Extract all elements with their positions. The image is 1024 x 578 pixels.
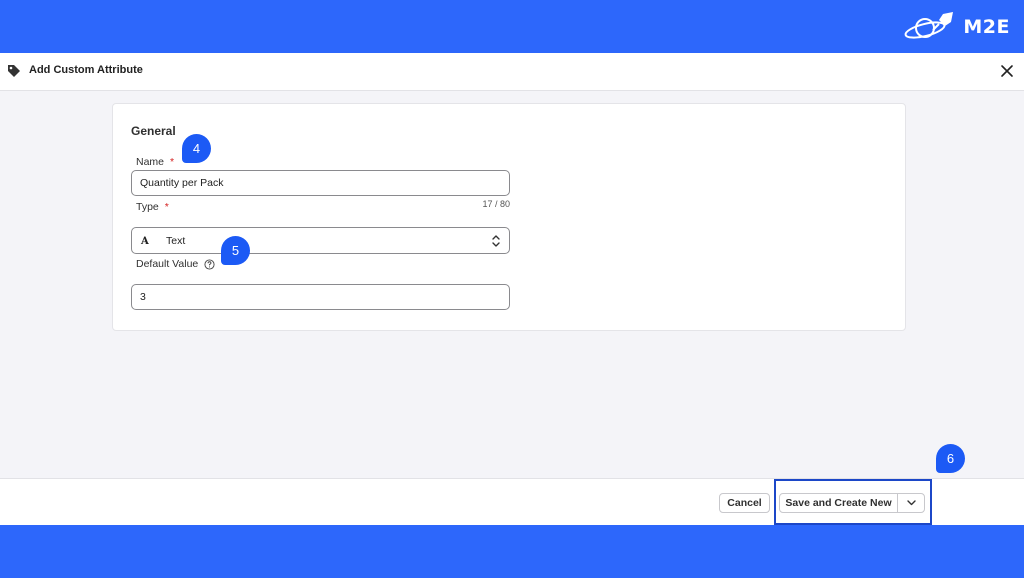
section-title: General (131, 124, 176, 138)
modal-body: General Name * 17 / 80 Type * A Text Def… (0, 91, 1024, 478)
chevron-down-icon (906, 500, 916, 506)
general-section-card: General Name * 17 / 80 Type * A Text Def… (112, 103, 906, 331)
required-asterisk: * (170, 156, 175, 168)
default-value-input[interactable] (131, 284, 510, 310)
name-char-counter: 17 / 80 (482, 199, 510, 209)
save-options-dropdown-button[interactable] (897, 494, 924, 512)
close-icon[interactable] (998, 62, 1016, 80)
save-split-button: Save and Create New (779, 493, 925, 513)
text-type-icon: A (141, 236, 149, 247)
chevron-up-down-icon (492, 235, 500, 247)
top-brand-band (0, 0, 1024, 53)
type-selected-value: Text (166, 235, 186, 247)
name-label: Name * (136, 156, 174, 168)
step-badge-6: 6 (936, 444, 965, 473)
name-label-text: Name (136, 156, 165, 168)
step-badge-4: 4 (182, 134, 211, 163)
required-asterisk: * (164, 201, 169, 213)
rocket-planet-icon (904, 12, 954, 39)
modal-title: Add Custom Attribute (29, 64, 143, 76)
type-label: Type * (136, 201, 169, 213)
question-circle-icon[interactable] (204, 258, 215, 270)
name-input[interactable] (131, 170, 510, 196)
m2e-logo: M2E (903, 10, 1010, 44)
modal-footer: Cancel Save and Create New (0, 478, 1024, 525)
tag-icon (8, 65, 20, 77)
step-badge-5: 5 (221, 236, 250, 265)
cancel-button[interactable]: Cancel (719, 493, 770, 513)
save-and-create-new-button[interactable]: Save and Create New (780, 494, 897, 512)
type-label-text: Type (136, 201, 159, 213)
default-value-label: Default Value (136, 258, 215, 270)
bottom-brand-band (0, 525, 1024, 578)
default-value-label-text: Default Value (136, 258, 199, 270)
modal-header: Add Custom Attribute (0, 53, 1024, 91)
type-select[interactable]: A Text (131, 227, 510, 254)
logo-text: M2E (963, 16, 1010, 38)
